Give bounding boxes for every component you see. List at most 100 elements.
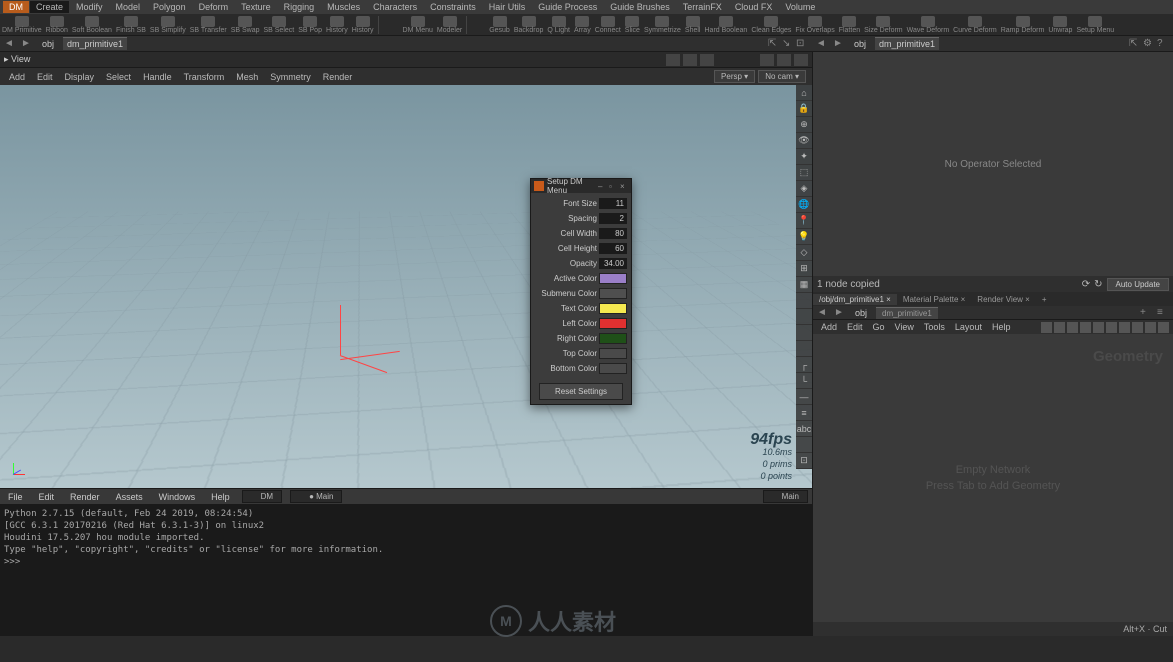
menu-guide-brushes[interactable]: Guide Brushes (604, 1, 676, 13)
app-menu-file[interactable]: File (4, 491, 27, 503)
display-option-icon[interactable]: ◈ (796, 181, 812, 197)
menu-icon[interactable]: ≡ (1157, 307, 1169, 319)
tool-flatten[interactable]: Flatten (837, 16, 862, 34)
menu-hair-utils[interactable]: Hair Utils (483, 1, 532, 13)
tool-soft-boolean[interactable]: Soft Boolean (70, 16, 114, 34)
display-option-icon[interactable]: 🔒 (796, 101, 812, 117)
pin-icon[interactable]: ⇱ (1129, 38, 1141, 50)
menu-cloud-fx[interactable]: Cloud FX (729, 1, 779, 13)
net-menu-layout[interactable]: Layout (951, 321, 986, 333)
submenu-color-swatch[interactable] (599, 288, 627, 299)
minimize-icon[interactable]: – (598, 182, 606, 190)
breadcrumb-obj[interactable]: obj (850, 38, 870, 50)
vp-menu-display[interactable]: Display (60, 70, 100, 84)
menu-polygon[interactable]: Polygon (147, 1, 192, 13)
help-icon[interactable] (794, 54, 808, 66)
active-color-swatch[interactable] (599, 273, 627, 284)
cell-width-input[interactable] (599, 228, 627, 239)
display-option-icon[interactable]: 📍 (796, 213, 812, 229)
menu-volume[interactable]: Volume (779, 1, 821, 13)
menu-characters[interactable]: Characters (367, 1, 423, 13)
cell-height-input[interactable] (599, 243, 627, 254)
tool-array[interactable]: Array (572, 16, 593, 34)
nav-back-icon[interactable]: ◄ (817, 307, 829, 319)
display-option-icon[interactable] (796, 341, 812, 357)
display-option-icon[interactable] (796, 293, 812, 309)
tool-backdrop[interactable]: Backdrop (512, 16, 546, 34)
font-size-input[interactable] (599, 198, 627, 209)
nav-fwd-icon[interactable]: ► (21, 38, 33, 50)
net-menu-view[interactable]: View (891, 321, 918, 333)
network-tab[interactable]: Material Palette × (897, 294, 971, 305)
menu-muscles[interactable]: Muscles (321, 1, 366, 13)
vp-menu-transform[interactable]: Transform (179, 70, 230, 84)
python-console[interactable]: Python 2.7.15 (default, Feb 24 2019, 08:… (0, 504, 812, 636)
spacing-input[interactable] (599, 213, 627, 224)
display-option-icon[interactable]: ⊞ (796, 261, 812, 277)
vp-menu-render[interactable]: Render (318, 70, 358, 84)
desktop-dropdown[interactable]: ● Main (290, 490, 342, 503)
breadcrumb-node[interactable]: dm_primitive1 (63, 37, 127, 50)
tool-history[interactable]: History (324, 16, 350, 34)
left-color-swatch[interactable] (599, 318, 627, 329)
nav-back-icon[interactable]: ◄ (816, 38, 828, 50)
display-option-icon[interactable]: ◇ (796, 245, 812, 261)
display-option-icon[interactable]: ┌ (796, 357, 812, 373)
gear-icon[interactable]: ⚙ (1143, 38, 1155, 50)
breadcrumb-obj[interactable]: obj (38, 38, 58, 50)
bottom-color-swatch[interactable] (599, 363, 627, 374)
tool-sb-pop[interactable]: SB Pop (296, 16, 324, 34)
app-menu-help[interactable]: Help (207, 491, 234, 503)
nav-back-icon[interactable]: ◄ (4, 38, 16, 50)
net-menu-add[interactable]: Add (817, 321, 841, 333)
gear-icon[interactable] (777, 54, 791, 66)
display-option-icon[interactable]: abc (796, 421, 812, 437)
menu-texture[interactable]: Texture (235, 1, 277, 13)
menu-terrainfx[interactable]: TerrainFX (677, 1, 728, 13)
network-tool-icon[interactable] (1119, 322, 1130, 333)
menu-create[interactable]: Create (30, 1, 69, 13)
tool-hard-boolean[interactable]: Hard Boolean (703, 16, 750, 34)
net-menu-tools[interactable]: Tools (920, 321, 949, 333)
tool-setup-menu[interactable]: Setup Menu (1074, 16, 1116, 34)
vp-menu-symmetry[interactable]: Symmetry (265, 70, 316, 84)
display-option-icon[interactable]: 👁 (796, 133, 812, 149)
display-option-icon[interactable]: ⌂ (796, 85, 812, 101)
breadcrumb-node[interactable]: dm_primitive1 (875, 37, 939, 50)
network-tool-icon[interactable] (1106, 322, 1117, 333)
vp-menu-edit[interactable]: Edit (32, 70, 58, 84)
display-option-icon[interactable]: ⊕ (796, 117, 812, 133)
tool-sb-transfer[interactable]: SB Transfer (188, 16, 229, 34)
network-tab[interactable]: /obj/dm_primitive1 × (813, 294, 897, 305)
display-option-icon[interactable] (796, 437, 812, 453)
handle-tool-icon[interactable] (683, 54, 697, 66)
network-canvas[interactable]: Geometry Empty Network Press Tab to Add … (813, 334, 1173, 622)
network-tool-icon[interactable] (1080, 322, 1091, 333)
menu-guide-process[interactable]: Guide Process (532, 1, 603, 13)
close-icon[interactable]: × (620, 182, 628, 190)
tool-connect[interactable]: Connect (593, 16, 623, 34)
right-color-swatch[interactable] (599, 333, 627, 344)
tool-ribbon[interactable]: Ribbon (44, 16, 70, 34)
tool-slice[interactable]: Slice (623, 16, 642, 34)
camera-dropdown[interactable]: No cam ▾ (758, 70, 806, 83)
opacity-input[interactable] (599, 258, 627, 269)
layout-icon[interactable] (760, 54, 774, 66)
display-option-icon[interactable]: └ (796, 373, 812, 389)
nav-fwd-icon[interactable]: ► (834, 307, 846, 319)
network-tool-icon[interactable] (1041, 322, 1052, 333)
add-tab-icon[interactable]: + (1036, 294, 1053, 305)
tool-fix-overlaps[interactable]: Fix Overlaps (793, 16, 836, 34)
net-menu-go[interactable]: Go (869, 321, 889, 333)
display-option-icon[interactable]: ⊡ (796, 453, 812, 469)
tool-q-light[interactable]: Q Light (545, 16, 572, 34)
display-option-icon[interactable] (796, 325, 812, 341)
vp-menu-add[interactable]: Add (4, 70, 30, 84)
breadcrumb-obj[interactable]: obj (851, 307, 871, 319)
display-option-icon[interactable]: 🌐 (796, 197, 812, 213)
tool-ramp-deform[interactable]: Ramp Deform (999, 16, 1047, 34)
network-tool-icon[interactable] (1067, 322, 1078, 333)
display-option-icon[interactable]: ▦ (796, 277, 812, 293)
nav-fwd-icon[interactable]: ► (833, 38, 845, 50)
add-tab-icon[interactable]: + (1140, 307, 1152, 319)
